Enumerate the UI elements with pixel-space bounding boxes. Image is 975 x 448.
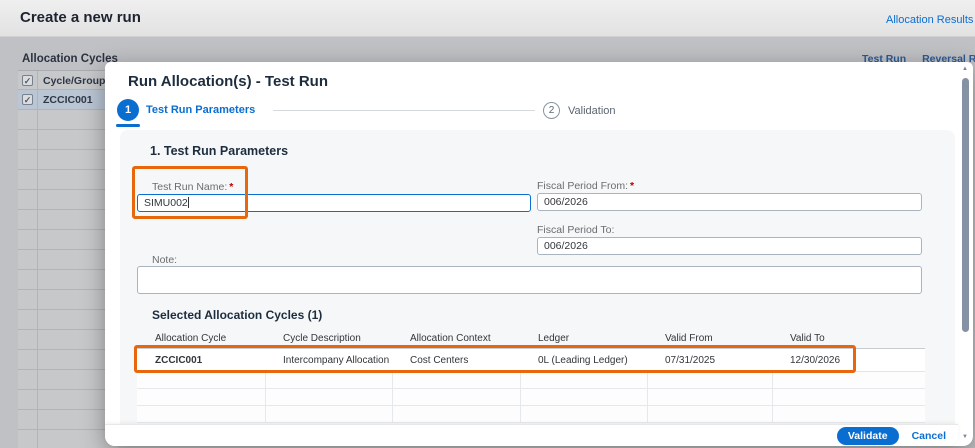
step-2-indicator[interactable]: 2 bbox=[543, 102, 560, 119]
col-valid-to: Valid To bbox=[772, 330, 925, 348]
step-1-indicator[interactable]: 1 bbox=[117, 99, 139, 121]
col-valid-from: Valid From bbox=[647, 330, 772, 348]
shell-links: Allocation Results Ma bbox=[886, 14, 975, 26]
col-ledger: Ledger bbox=[520, 330, 647, 348]
empty-cycles-row bbox=[137, 406, 925, 423]
dialog-scrollbar[interactable]: ▲ ▼ bbox=[961, 64, 969, 444]
section-title: 1. Test Run Parameters bbox=[150, 144, 288, 158]
col-cycle-description: Cycle Description bbox=[265, 330, 392, 348]
dialog-title: Run Allocation(s) - Test Run bbox=[128, 73, 328, 90]
empty-cycles-row bbox=[137, 389, 925, 406]
app-root: Allocation Cycles Test Run Reversal Run … bbox=[0, 0, 975, 448]
allocation-results-link[interactable]: Allocation Results bbox=[886, 14, 973, 26]
step-connector-line bbox=[273, 110, 535, 111]
validate-button[interactable]: Validate bbox=[837, 427, 899, 445]
note-label: Note: bbox=[152, 254, 177, 266]
scroll-down-icon[interactable]: ▼ bbox=[961, 434, 969, 440]
cell-cycle-description: Intercompany Allocation bbox=[265, 349, 392, 371]
run-allocations-dialog: Run Allocation(s) - Test Run 1 Test Run … bbox=[105, 62, 973, 446]
col-allocation-cycle: Allocation Cycle bbox=[137, 330, 265, 348]
test-run-name-label: Test Run Name:* bbox=[152, 181, 233, 193]
cell-valid-to: 12/30/2026 bbox=[772, 349, 925, 371]
fiscal-period-to-label: Fiscal Period To: bbox=[537, 224, 614, 236]
scrollbar-thumb[interactable] bbox=[962, 78, 969, 332]
shell-header: Create a new run Allocation Results Ma bbox=[0, 0, 975, 37]
required-marker: * bbox=[229, 181, 233, 193]
cycles-empty-rows bbox=[137, 372, 925, 423]
required-marker: * bbox=[630, 180, 634, 192]
selected-cycles-title: Selected Allocation Cycles (1) bbox=[152, 308, 322, 322]
cycles-table-row-zccic001[interactable]: ZCCIC001 Intercompany Allocation Cost Ce… bbox=[137, 349, 925, 372]
test-run-name-input[interactable]: SIMU002 bbox=[137, 194, 531, 212]
cell-allocation-context: Cost Centers bbox=[392, 349, 520, 371]
cell-valid-from: 07/31/2025 bbox=[647, 349, 772, 371]
dialog-footer: Validate Cancel bbox=[105, 424, 958, 446]
active-step-underline bbox=[116, 124, 140, 127]
text-cursor bbox=[188, 197, 189, 208]
cycles-table-header: Allocation Cycle Cycle Description Alloc… bbox=[137, 330, 925, 349]
cell-allocation-cycle: ZCCIC001 bbox=[137, 349, 265, 371]
note-input[interactable] bbox=[137, 266, 922, 294]
step-content-panel: 1. Test Run Parameters Test Run Name:* S… bbox=[120, 130, 955, 424]
cancel-button[interactable]: Cancel bbox=[908, 427, 950, 445]
scroll-up-icon[interactable]: ▲ bbox=[961, 66, 969, 72]
step-1-label[interactable]: Test Run Parameters bbox=[146, 104, 255, 116]
step-2-label[interactable]: Validation bbox=[568, 105, 616, 117]
fiscal-period-to-input[interactable]: 006/2026 bbox=[537, 237, 922, 255]
empty-cycles-row bbox=[137, 372, 925, 389]
selected-cycles-table: Allocation Cycle Cycle Description Alloc… bbox=[137, 330, 925, 423]
col-allocation-context: Allocation Context bbox=[392, 330, 520, 348]
fiscal-period-from-input[interactable]: 006/2026 bbox=[537, 193, 922, 211]
cell-ledger: 0L (Leading Ledger) bbox=[520, 349, 647, 371]
page-title: Create a new run bbox=[20, 9, 141, 26]
fiscal-period-from-label: Fiscal Period From:* bbox=[537, 180, 634, 192]
